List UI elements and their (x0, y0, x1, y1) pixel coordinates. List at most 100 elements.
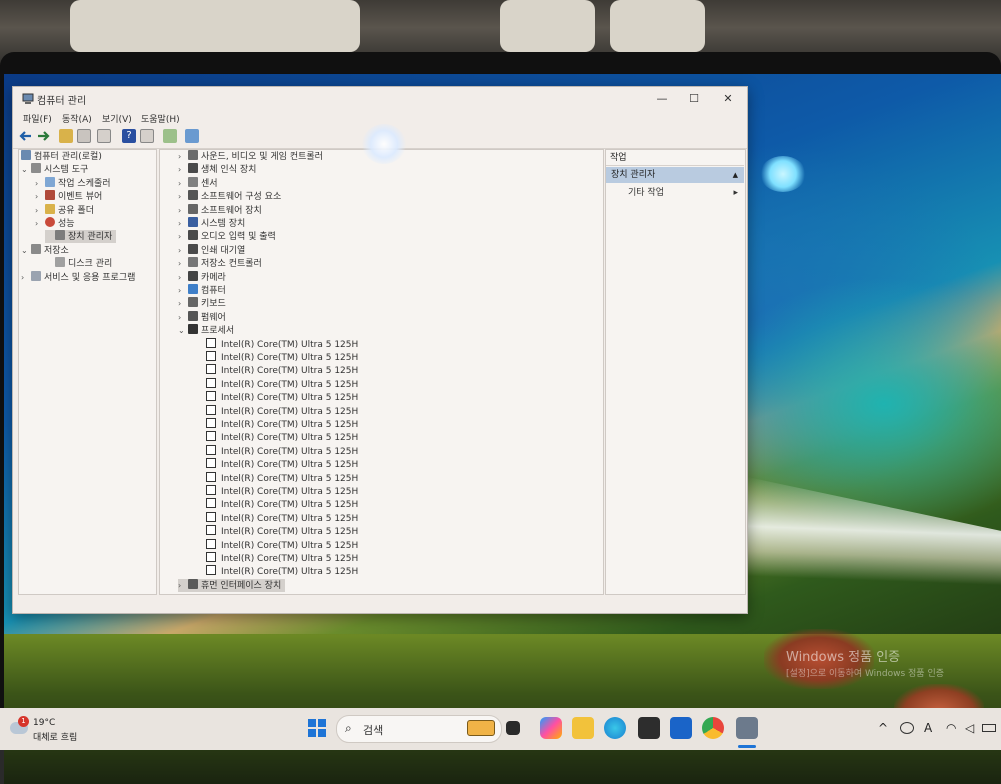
expand-chevron-icon[interactable]: ⌄ (178, 324, 188, 337)
copilot-icon[interactable] (540, 717, 562, 739)
action-more-actions[interactable]: 기타 작업 ▸ (628, 186, 744, 200)
scan-hardware-icon[interactable] (163, 129, 177, 143)
tree-item-performance[interactable]: › 성능 (35, 217, 75, 230)
outlook-icon[interactable] (670, 717, 692, 739)
device-category[interactable]: › 센서 (178, 177, 218, 190)
volume-icon[interactable]: ◁ (965, 721, 974, 735)
processor-item[interactable]: Intel(R) Core(TM) Ultra 5 125H (206, 525, 358, 538)
expand-chevron-icon[interactable]: › (178, 177, 188, 190)
processor-item[interactable]: Intel(R) Core(TM) Ultra 5 125H (206, 512, 358, 525)
device-category[interactable]: › 소프트웨어 장치 (178, 204, 262, 217)
device-category-icon (188, 271, 198, 281)
processor-item[interactable]: Intel(R) Core(TM) Ultra 5 125H (206, 458, 358, 471)
action-device-manager[interactable]: 장치 관리자 ▲ (606, 167, 744, 183)
expand-chevron-icon[interactable]: › (178, 230, 188, 243)
back-icon[interactable] (19, 129, 33, 143)
device-category[interactable]: › 컴퓨터 (178, 284, 226, 297)
battery-icon[interactable] (982, 724, 996, 732)
processor-item[interactable]: Intel(R) Core(TM) Ultra 5 125H (206, 351, 358, 364)
expand-chevron-icon[interactable]: › (178, 190, 188, 203)
tree-item-event-viewer[interactable]: › 이벤트 뷰어 (35, 190, 102, 203)
properties-icon[interactable] (97, 129, 111, 143)
processor-item[interactable]: Intel(R) Core(TM) Ultra 5 125H (206, 378, 358, 391)
tree-item-task-scheduler[interactable]: › 작업 스케줄러 (35, 177, 111, 190)
tree-item-disk-management[interactable]: 디스크 관리 (45, 257, 112, 270)
menu-action[interactable]: 동작(A) (62, 112, 92, 125)
maximize-button[interactable]: ☐ (679, 90, 709, 108)
tree-item-storage[interactable]: ⌄ 저장소 (21, 244, 69, 257)
up-folder-icon[interactable] (59, 129, 73, 143)
processor-item[interactable]: Intel(R) Core(TM) Ultra 5 125H (206, 431, 358, 444)
processor-item[interactable]: Intel(R) Core(TM) Ultra 5 125H (206, 445, 358, 458)
expand-chevron-icon[interactable]: › (178, 297, 188, 310)
device-category[interactable]: › 키보드 (178, 297, 226, 310)
device-category[interactable]: ⌄ 프로세서 (178, 324, 234, 337)
expand-chevron-icon[interactable]: › (178, 150, 188, 163)
help-icon[interactable]: ? (122, 129, 136, 143)
device-category-hid[interactable]: › 휴먼 인터페이스 장치 (178, 579, 286, 592)
menu-view[interactable]: 보기(V) (102, 112, 132, 125)
ime-indicator[interactable]: A (924, 721, 932, 735)
submenu-arrow-icon: ▸ (733, 188, 738, 198)
tree-item-services-apps[interactable]: › 서비스 및 응용 프로그램 (21, 271, 135, 284)
expand-chevron-icon[interactable]: › (178, 163, 188, 176)
expand-chevron-icon[interactable]: › (178, 284, 188, 297)
forward-icon[interactable] (36, 129, 50, 143)
expand-chevron-icon[interactable]: › (178, 204, 188, 217)
expand-chevron-icon[interactable]: › (178, 271, 188, 284)
device-category[interactable]: › 생체 인식 장치 (178, 163, 256, 176)
processor-item[interactable]: Intel(R) Core(TM) Ultra 5 125H (206, 418, 358, 431)
processor-item[interactable]: Intel(R) Core(TM) Ultra 5 125H (206, 405, 358, 418)
device-category[interactable]: › 오디오 입력 및 출력 (178, 230, 276, 243)
tree-item-system-tools[interactable]: ⌄ 시스템 도구 (21, 163, 88, 176)
expand-chevron-icon[interactable]: › (178, 217, 188, 230)
tree-item-device-manager[interactable]: 장치 관리자 (45, 230, 117, 243)
console-tree-icon[interactable] (77, 129, 91, 143)
title-bar[interactable]: 컴퓨터 관리 — ☐ ✕ (13, 87, 747, 111)
processor-item[interactable]: Intel(R) Core(TM) Ultra 5 125H (206, 552, 358, 565)
weather-widget[interactable]: 1 19°C 대체로 흐림 (8, 716, 88, 744)
processor-item[interactable]: Intel(R) Core(TM) Ultra 5 125H (206, 391, 358, 404)
processor-icon (206, 445, 216, 455)
store-icon[interactable] (638, 717, 660, 739)
processor-item[interactable]: Intel(R) Core(TM) Ultra 5 125H (206, 498, 358, 511)
menu-help[interactable]: 도움말(H) (141, 112, 180, 125)
device-category[interactable]: › 저장소 컨트롤러 (178, 257, 262, 270)
processor-icon (206, 378, 216, 388)
start-icon[interactable] (306, 717, 328, 739)
device-category[interactable]: › 소프트웨어 구성 요소 (178, 190, 281, 203)
tree-item-computer-management[interactable]: 컴퓨터 관리(로컬) (21, 150, 102, 163)
file-explorer-icon[interactable] (572, 717, 594, 739)
tray-chevron-icon[interactable]: ^ (878, 721, 888, 735)
device-category[interactable]: › 인쇄 대기열 (178, 244, 245, 257)
search-box[interactable]: ⌕ 검색 (336, 715, 502, 743)
activation-watermark: Windows 정품 인증 (786, 650, 901, 665)
computer-management-taskbar-icon[interactable] (736, 717, 758, 739)
processor-item[interactable]: Intel(R) Core(TM) Ultra 5 125H (206, 472, 358, 485)
processor-item[interactable]: Intel(R) Core(TM) Ultra 5 125H (206, 539, 358, 552)
processor-item[interactable]: Intel(R) Core(TM) Ultra 5 125H (206, 485, 358, 498)
device-category[interactable]: › 시스템 장치 (178, 217, 245, 230)
processor-item[interactable]: Intel(R) Core(TM) Ultra 5 125H (206, 364, 358, 377)
expand-chevron-icon[interactable]: › (178, 311, 188, 324)
show-hide-icon[interactable] (140, 129, 154, 143)
menu-file[interactable]: 파일(F) (23, 112, 52, 125)
close-button[interactable]: ✕ (713, 90, 743, 108)
expand-chevron-icon[interactable]: › (178, 579, 188, 592)
task-view-icon[interactable] (506, 721, 520, 735)
onedrive-icon[interactable] (900, 722, 914, 734)
wifi-icon[interactable]: ◠ (946, 721, 956, 735)
minimize-button[interactable]: — (647, 90, 677, 108)
chrome-icon[interactable] (702, 717, 724, 739)
processor-item[interactable]: Intel(R) Core(TM) Ultra 5 125H (206, 565, 358, 578)
expand-chevron-icon[interactable]: › (178, 244, 188, 257)
edge-icon[interactable] (604, 717, 626, 739)
collapse-arrow-icon[interactable]: ▲ (733, 167, 738, 183)
expand-chevron-icon[interactable]: › (178, 257, 188, 270)
tree-item-shared-folders[interactable]: › 공유 폴더 (35, 204, 94, 217)
device-category[interactable]: › 카메라 (178, 271, 226, 284)
device-category[interactable]: › 사운드, 비디오 및 게임 컨트롤러 (178, 150, 323, 163)
device-category[interactable]: › 펌웨어 (178, 311, 226, 324)
monitor-icon[interactable] (185, 129, 199, 143)
processor-item[interactable]: Intel(R) Core(TM) Ultra 5 125H (206, 338, 358, 351)
